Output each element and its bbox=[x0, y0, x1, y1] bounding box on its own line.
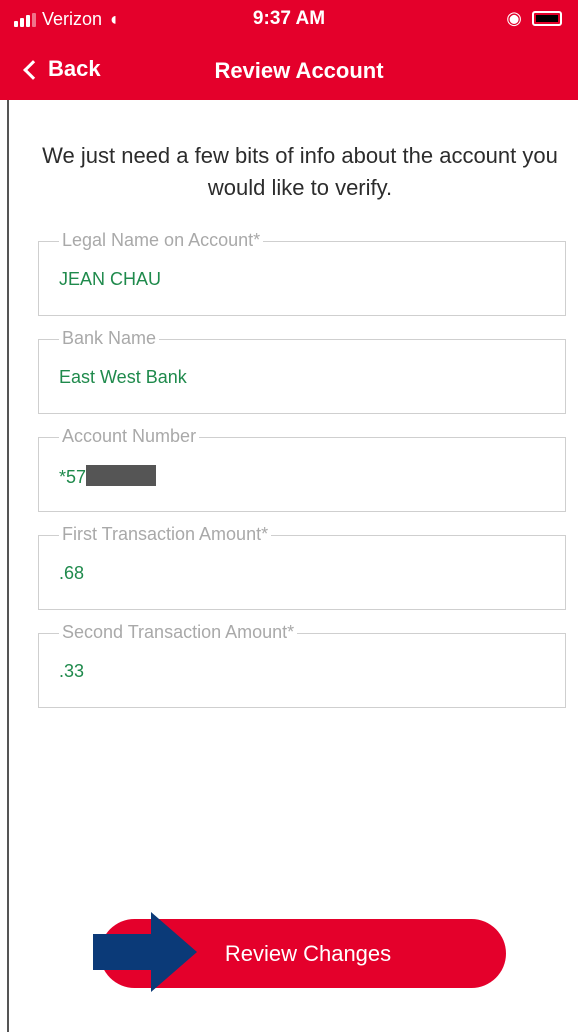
page-title: Review Account bbox=[214, 58, 384, 83]
account-number-label: Account Number bbox=[59, 426, 200, 447]
bank-name-value: East West Bank bbox=[59, 367, 187, 387]
legal-name-field[interactable]: Legal Name on Account* JEAN CHAU bbox=[38, 230, 566, 316]
left-edge-divider bbox=[0, 100, 9, 1032]
header-bar: Verizon ◖ 9:37 AM ◉ Back Review Account bbox=[0, 0, 578, 100]
navigation-bar: Back Review Account bbox=[0, 50, 578, 94]
first-transaction-field[interactable]: First Transaction Amount* .68 bbox=[38, 524, 566, 610]
account-number-value: *57 bbox=[59, 467, 87, 487]
account-number-value-row: *57 bbox=[59, 465, 157, 488]
status-right: ◉ bbox=[506, 8, 562, 29]
bank-name-label: Bank Name bbox=[59, 328, 160, 349]
legal-name-label: Legal Name on Account* bbox=[59, 230, 264, 251]
redaction-block bbox=[86, 465, 157, 486]
second-transaction-label: Second Transaction Amount* bbox=[59, 622, 298, 643]
status-bar: Verizon ◖ 9:37 AM ◉ bbox=[0, 0, 578, 36]
review-changes-label: Review Changes bbox=[224, 940, 392, 966]
arrow-right-icon bbox=[93, 912, 197, 992]
first-transaction-value: .68 bbox=[59, 563, 85, 583]
signal-strength-icon bbox=[14, 12, 36, 27]
battery-icon bbox=[532, 11, 562, 26]
account-number-field[interactable]: Account Number *57 bbox=[38, 426, 566, 512]
legal-name-value: JEAN CHAU bbox=[59, 269, 162, 289]
first-transaction-label: First Transaction Amount* bbox=[59, 524, 272, 545]
arrow-shape bbox=[93, 912, 197, 992]
app-screen: Verizon ◖ 9:37 AM ◉ Back Review Account … bbox=[0, 0, 578, 1032]
rotation-lock-icon: ◉ bbox=[506, 8, 522, 28]
second-transaction-field[interactable]: Second Transaction Amount* .33 bbox=[38, 622, 566, 708]
status-left: Verizon ◖ bbox=[14, 9, 119, 30]
intro-text: We just need a few bits of info about th… bbox=[42, 143, 558, 200]
second-transaction-value: .33 bbox=[59, 661, 85, 681]
bank-name-field[interactable]: Bank Name East West Bank bbox=[38, 328, 566, 414]
wifi-icon: ◖ bbox=[108, 9, 119, 29]
carrier-name: Verizon bbox=[42, 9, 103, 29]
